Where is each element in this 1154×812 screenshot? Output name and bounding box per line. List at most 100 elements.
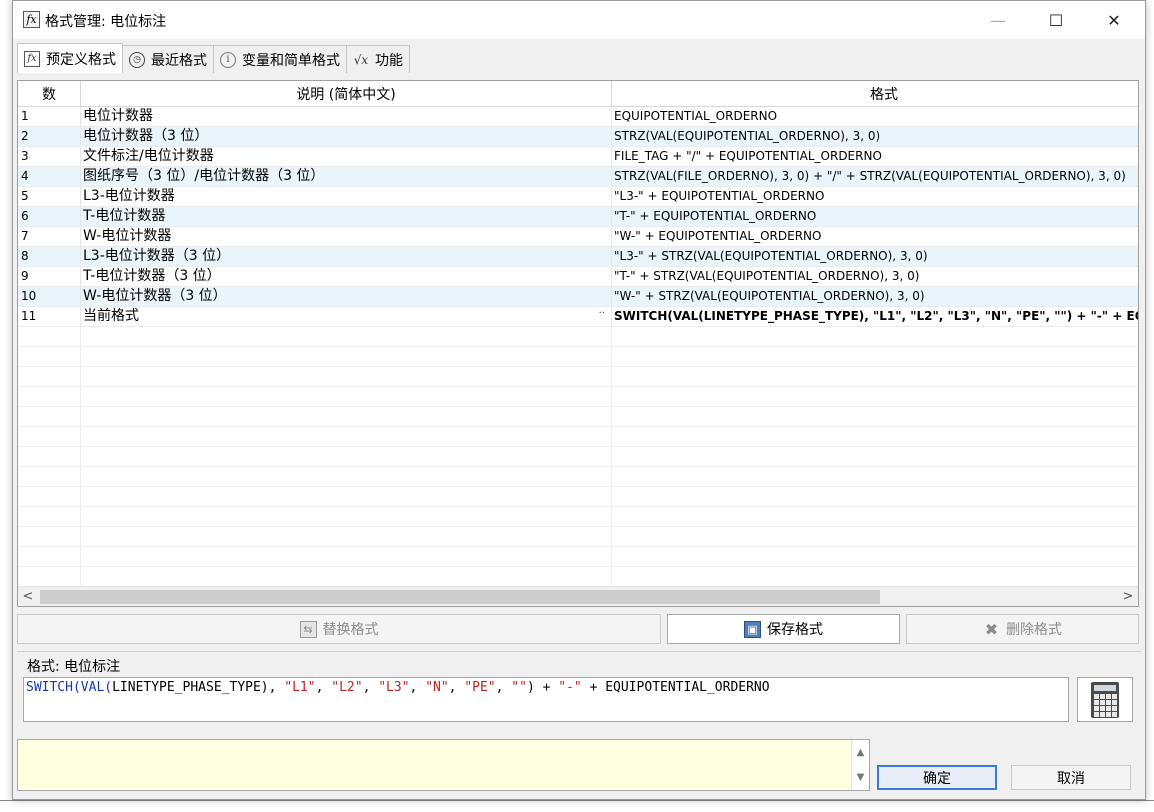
cell-description[interactable]: W-电位计数器 <box>81 227 612 246</box>
table-row[interactable]: 11 当前格式 ·· SWITCH(VAL(LINETYPE_PHASE_TYPE),… <box>18 307 1138 327</box>
cell-format[interactable]: "T-" + STRZ(VAL(EQUIPOTENTIAL_ORDERNO), … <box>612 267 1138 286</box>
cell-format[interactable]: STRZ(VAL(FILE_ORDERNO), 3, 0) + "/" + ST… <box>612 167 1138 186</box>
empty-row <box>18 427 1138 447</box>
cell-description-text: 电位计数器（3 位） <box>83 128 209 144</box>
cell-format[interactable]: FILE_TAG + "/" + EQUIPOTENTIAL_ORDERNO <box>612 147 1138 166</box>
tab-functions[interactable]: √x 功能 <box>346 45 410 73</box>
ok-button[interactable]: 确定 <box>877 765 997 790</box>
background-bottom-panel <box>0 800 1154 812</box>
scroll-right-arrow-icon[interactable]: > <box>1118 587 1138 606</box>
clock-icon: ◷ <box>129 51 145 68</box>
scrollbar-thumb[interactable] <box>40 590 880 604</box>
cell-format[interactable]: EQUIPOTENTIAL_ORDERNO <box>612 107 1138 126</box>
cell-description-text: T-电位计数器（3 位） <box>83 268 221 284</box>
cell-description[interactable]: W-电位计数器（3 位） <box>81 287 612 306</box>
cell-description[interactable]: 电位计数器 <box>81 107 612 126</box>
empty-row <box>18 347 1138 367</box>
formula-token: "PE" <box>464 680 496 695</box>
cell-number: 2 <box>18 127 81 146</box>
button-label: 替换格式 <box>322 622 379 638</box>
horizontal-scrollbar[interactable]: < > <box>18 586 1138 606</box>
message-area[interactable]: ▲ ▼ <box>17 739 870 791</box>
minimize-button[interactable]: — <box>969 1 1027 39</box>
cell-description[interactable]: 文件标注/电位计数器 <box>81 147 612 166</box>
save-format-button[interactable]: ▣ 保存格式 <box>667 614 900 644</box>
message-scrollbar[interactable]: ▲ ▼ <box>851 740 869 790</box>
delete-format-button[interactable]: ✖ 删除格式 <box>906 614 1139 644</box>
cell-description[interactable]: 电位计数器（3 位） <box>81 127 612 146</box>
cancel-button[interactable]: 取消 <box>1011 765 1131 790</box>
cell-format[interactable]: "L3-" + STRZ(VAL(EQUIPOTENTIAL_ORDERNO),… <box>612 247 1138 266</box>
column-header-number[interactable]: 数 <box>18 81 81 107</box>
cell-format[interactable]: STRZ(VAL(EQUIPOTENTIAL_ORDERNO), 3, 0) <box>612 127 1138 146</box>
table-row[interactable]: 7 W-电位计数器 "W-" + EQUIPOTENTIAL_ORDERNO <box>18 227 1138 247</box>
tab-label: 变量和简单格式 <box>242 52 340 69</box>
cell-description-text: L3-电位计数器 <box>83 188 175 204</box>
button-label: 保存格式 <box>767 622 823 638</box>
calculator-icon <box>1091 681 1119 718</box>
cell-number: 9 <box>18 267 81 286</box>
formula-token: , <box>448 680 465 695</box>
tab-recent-formats[interactable]: ◷ 最近格式 <box>122 45 214 73</box>
cell-number: 8 <box>18 247 81 266</box>
close-button[interactable]: ✕ <box>1085 1 1143 39</box>
cell-format[interactable]: "W-" + EQUIPOTENTIAL_ORDERNO <box>612 227 1138 246</box>
cell-description[interactable]: L3-电位计数器 <box>81 187 612 206</box>
button-label: 删除格式 <box>1006 622 1062 638</box>
empty-row <box>18 387 1138 407</box>
table-row[interactable]: 6 T-电位计数器 "T-" + EQUIPOTENTIAL_ORDERNO <box>18 207 1138 227</box>
formats-grid: 数 说明 (简体中文) 格式 1 电位计数器 EQUIPOTENTIAL_ORDER… <box>17 80 1139 607</box>
cell-description[interactable]: 当前格式 ·· <box>81 307 612 326</box>
table-row[interactable]: 2 电位计数器（3 位） STRZ(VAL(EQUIPOTENTIAL_ORDERN… <box>18 127 1138 147</box>
replace-format-button[interactable]: ⇆ 替换格式 <box>17 614 661 644</box>
table-row[interactable]: 4 图纸序号（3 位）/电位计数器（3 位） STRZ(VAL(FILE_ORDER… <box>18 167 1138 187</box>
cell-number: 6 <box>18 207 81 226</box>
scroll-left-arrow-icon[interactable]: < <box>18 587 38 606</box>
cell-description-text: W-电位计数器 <box>83 228 172 244</box>
cell-format[interactable]: "W-" + STRZ(VAL(EQUIPOTENTIAL_ORDERNO), … <box>612 287 1138 306</box>
cell-description-text: W-电位计数器（3 位） <box>83 288 227 304</box>
cell-description[interactable]: T-电位计数器（3 位） <box>81 267 612 286</box>
table-row[interactable]: 9 T-电位计数器（3 位） "T-" + STRZ(VAL(EQUIPOTENTI… <box>18 267 1138 287</box>
formula-token: , <box>495 680 512 695</box>
scroll-down-arrow-icon[interactable]: ▼ <box>852 765 869 790</box>
format-group: 格式: 电位标注 SWITCH(VAL(LINETYPE_PHASE_TYPE)… <box>17 651 1141 727</box>
tab-predefined-formats[interactable]: fx 预定义格式 <box>17 43 123 73</box>
tab-bar: fx 预定义格式 ◷ 最近格式 i 变量和简单格式 √x 功能 <box>17 43 410 73</box>
format-editor[interactable]: SWITCH(VAL(LINETYPE_PHASE_TYPE), "L1", "… <box>23 677 1069 722</box>
cell-format[interactable]: "T-" + EQUIPOTENTIAL_ORDERNO <box>612 207 1138 226</box>
formula-token: "" <box>511 680 527 695</box>
cell-description[interactable]: 图纸序号（3 位）/电位计数器（3 位） <box>81 167 612 186</box>
cell-description-text: 电位计数器 <box>83 108 153 124</box>
table-row[interactable]: 5 L3-电位计数器 "L3-" + EQUIPOTENTIAL_ORDERNO <box>18 187 1138 207</box>
table-row[interactable]: 1 电位计数器 EQUIPOTENTIAL_ORDERNO <box>18 107 1138 127</box>
empty-row <box>18 507 1138 527</box>
maximize-button[interactable]: ☐ <box>1027 1 1085 39</box>
cell-format[interactable]: "L3-" + EQUIPOTENTIAL_ORDERNO <box>612 187 1138 206</box>
format-manager-dialog: fx 格式管理: 电位标注 — ☐ ✕ fx 预定义格式 ◷ 最近格式 i 变量… <box>12 0 1146 800</box>
formula-token: , <box>409 680 426 695</box>
window-title: 格式管理: 电位标注 <box>45 14 167 30</box>
empty-row <box>18 487 1138 507</box>
scroll-up-arrow-icon[interactable]: ▲ <box>852 740 869 765</box>
empty-row <box>18 327 1138 347</box>
formula-token: , <box>315 680 332 695</box>
table-row[interactable]: 10 W-电位计数器（3 位） "W-" + STRZ(VAL(EQUIPOTENT… <box>18 287 1138 307</box>
cell-description[interactable]: L3-电位计数器（3 位） <box>81 247 612 266</box>
info-icon: i <box>220 51 236 68</box>
delete-x-icon: ✖ <box>984 619 999 639</box>
column-header-description[interactable]: 说明 (简体中文) <box>81 81 612 107</box>
table-row[interactable]: 3 文件标注/电位计数器 FILE_TAG + "/" + EQUIPOTENTIA… <box>18 147 1138 167</box>
formula-token: "L1" <box>284 680 316 695</box>
formula-token: LINETYPE_PHASE_TYPE), <box>112 680 285 695</box>
formula-token: "N" <box>425 680 449 695</box>
save-disk-icon: ▣ <box>744 620 761 638</box>
table-row[interactable]: 8 L3-电位计数器（3 位） "L3-" + STRZ(VAL(EQUIPOTEN… <box>18 247 1138 267</box>
cell-description[interactable]: T-电位计数器 <box>81 207 612 226</box>
ellipsis-marker: ·· <box>598 308 605 319</box>
cell-format[interactable]: SWITCH(VAL(LINETYPE_PHASE_TYPE), "L1", "… <box>612 307 1138 326</box>
calculator-button[interactable] <box>1077 677 1133 722</box>
tab-label: 预定义格式 <box>46 51 116 68</box>
column-header-format[interactable]: 格式 <box>612 81 1138 107</box>
tab-variables-simple-formats[interactable]: i 变量和简单格式 <box>213 45 347 73</box>
